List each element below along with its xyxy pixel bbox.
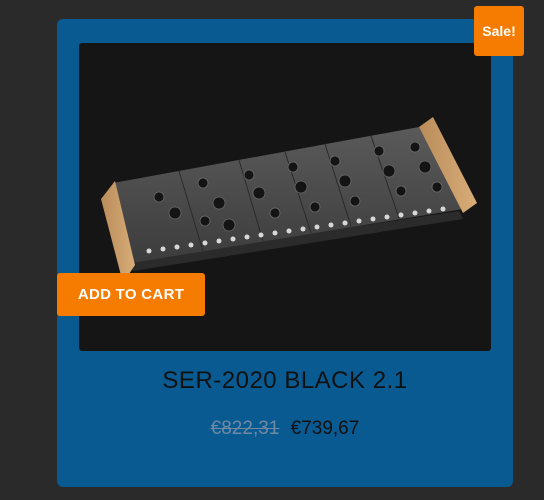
sale-price: €739,67 [290,418,360,439]
add-to-cart-button[interactable]: ADD TO CART [57,273,205,316]
product-title[interactable]: SER-2020 BLACK 2.1 [57,367,513,395]
old-price: €822,31 [210,418,280,439]
sale-badge: Sale! [474,6,524,56]
product-card[interactable] [57,19,513,487]
price-block: €822,31 €739,67 [57,418,513,440]
